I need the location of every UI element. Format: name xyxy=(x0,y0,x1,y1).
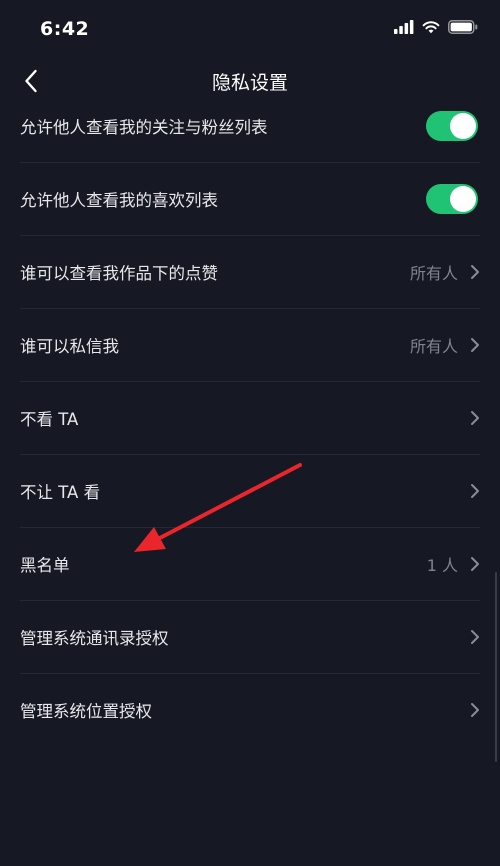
setting-row-dont-see-them[interactable]: 不看 TA xyxy=(20,382,480,455)
setting-row-hide-from-them[interactable]: 不让 TA 看 xyxy=(20,455,480,528)
setting-label: 不让 TA 看 xyxy=(20,483,101,502)
setting-label: 管理系统通讯录授权 xyxy=(20,629,169,648)
setting-row-likes-list: 允许他人查看我的喜欢列表 xyxy=(20,163,480,236)
setting-row-who-can-view-likes[interactable]: 谁可以查看我作品下的点赞 所有人 xyxy=(20,236,480,309)
setting-label: 允许他人查看我的喜欢列表 xyxy=(20,191,218,210)
setting-row-location-permission[interactable]: 管理系统位置授权 xyxy=(20,674,480,746)
toggle-knob xyxy=(450,186,476,212)
setting-value: 所有人 xyxy=(409,337,458,356)
setting-row-who-can-message[interactable]: 谁可以私信我 所有人 xyxy=(20,309,480,382)
setting-label: 谁可以私信我 xyxy=(20,337,119,356)
likes-list-toggle[interactable] xyxy=(426,184,478,214)
chevron-right-icon xyxy=(470,483,480,499)
setting-value: 所有人 xyxy=(409,264,458,283)
chevron-right-icon xyxy=(470,556,480,572)
blacklist-count: 1 人 xyxy=(426,556,458,575)
follow-fans-list-toggle[interactable] xyxy=(426,111,478,141)
chevron-right-icon xyxy=(470,702,480,718)
toggle-knob xyxy=(450,113,476,139)
status-time: 6:42 xyxy=(40,18,90,40)
status-icons xyxy=(394,20,478,34)
scrollbar[interactable] xyxy=(495,572,497,762)
signal-icon xyxy=(394,20,414,34)
chevron-right-icon xyxy=(470,337,480,353)
setting-label: 不看 TA xyxy=(20,410,79,429)
chevron-right-icon xyxy=(470,410,480,426)
setting-row-blacklist[interactable]: 黑名单 1 人 xyxy=(20,528,480,601)
setting-label: 管理系统位置授权 xyxy=(20,702,152,721)
settings-list: 允许他人查看我的关注与粉丝列表 允许他人查看我的喜欢列表 谁可以查看我作品下的点… xyxy=(0,90,500,746)
setting-label: 黑名单 xyxy=(20,556,70,575)
chevron-right-icon xyxy=(470,264,480,280)
setting-label: 允许他人查看我的关注与粉丝列表 xyxy=(20,118,268,137)
battery-icon xyxy=(448,20,478,34)
chevron-right-icon xyxy=(470,629,480,645)
setting-row-follow-fans-list: 允许他人查看我的关注与粉丝列表 xyxy=(20,90,480,163)
setting-row-contacts-permission[interactable]: 管理系统通讯录授权 xyxy=(20,601,480,674)
setting-label: 谁可以查看我作品下的点赞 xyxy=(20,264,218,283)
wifi-icon xyxy=(422,21,440,34)
status-bar: 6:42 xyxy=(0,0,500,58)
